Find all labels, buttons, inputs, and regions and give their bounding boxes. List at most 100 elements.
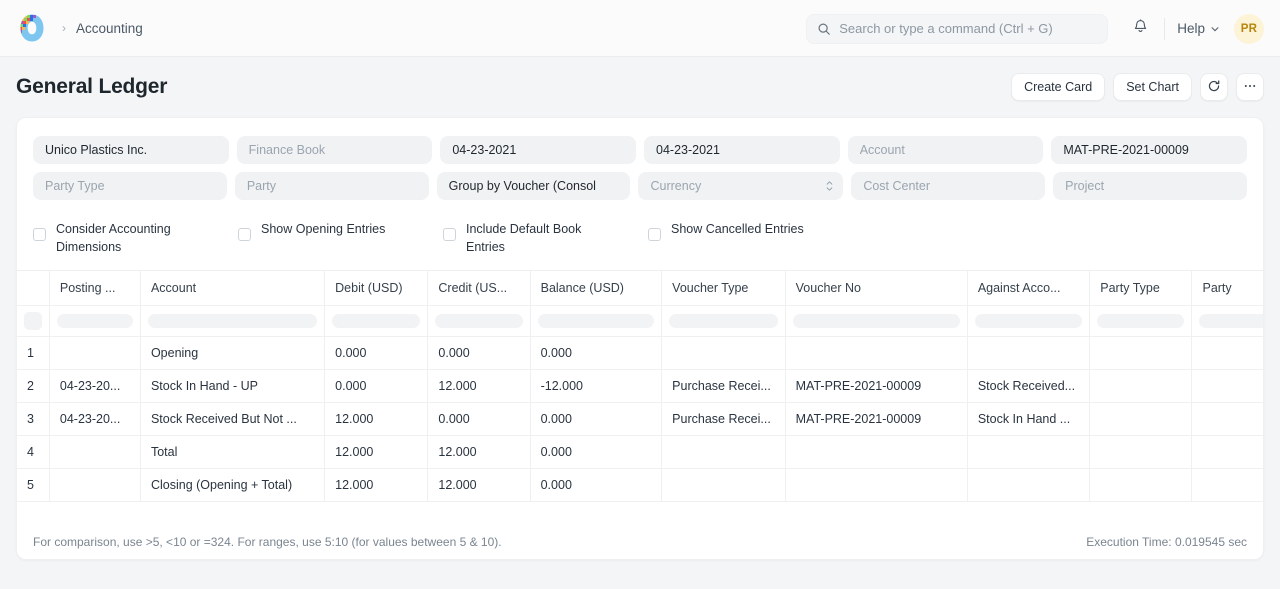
table-row[interactable]: 2 04-23-20... Stock In Hand - UP 0.000 1… bbox=[17, 369, 1263, 402]
table-row[interactable]: 1 Opening 0.000 0.000 0.000 bbox=[17, 336, 1263, 369]
checkbox-show-opening-entries[interactable]: Show Opening Entries bbox=[238, 220, 443, 256]
cell-against-account[interactable] bbox=[967, 336, 1089, 369]
checkbox-box[interactable] bbox=[238, 228, 251, 241]
filter-to-date[interactable]: 04-23-2021 bbox=[644, 136, 840, 164]
filter-cell-balance[interactable] bbox=[530, 305, 662, 336]
more-options-button[interactable] bbox=[1236, 73, 1264, 101]
refresh-button[interactable] bbox=[1200, 73, 1228, 101]
filter-cell-party-type[interactable] bbox=[1090, 305, 1192, 336]
global-search[interactable] bbox=[806, 14, 1108, 44]
filter-cell-debit[interactable] bbox=[325, 305, 428, 336]
help-menu-button[interactable]: Help bbox=[1177, 21, 1220, 36]
filter-cost-center[interactable]: Cost Center bbox=[851, 172, 1045, 200]
column-header-posting-date[interactable]: Posting ... bbox=[49, 271, 140, 305]
cell-voucher-no[interactable]: MAT-PRE-2021-00009 bbox=[785, 402, 967, 435]
column-header-voucher-type[interactable]: Voucher Type bbox=[662, 271, 785, 305]
checkbox-box[interactable] bbox=[33, 228, 46, 241]
filter-group-by[interactable]: Group by Voucher (Consol bbox=[437, 172, 631, 200]
cell-posting-date[interactable]: 04-23-20... bbox=[49, 369, 140, 402]
cell-balance[interactable]: 0.000 bbox=[530, 402, 662, 435]
set-chart-button[interactable]: Set Chart bbox=[1113, 73, 1192, 101]
table-column-filter-row[interactable] bbox=[17, 305, 1263, 336]
filter-from-date[interactable]: 04-23-2021 bbox=[440, 136, 636, 164]
filter-account[interactable]: Account bbox=[848, 136, 1044, 164]
cell-party[interactable] bbox=[1192, 435, 1263, 468]
cell-against-account[interactable] bbox=[967, 468, 1089, 501]
cell-voucher-no[interactable] bbox=[785, 336, 967, 369]
filter-cell-credit[interactable] bbox=[428, 305, 530, 336]
table-row[interactable]: 4 Total 12.000 12.000 0.000 bbox=[17, 435, 1263, 468]
cell-voucher-type[interactable] bbox=[662, 336, 785, 369]
filter-party-type[interactable]: Party Type bbox=[33, 172, 227, 200]
cell-against-account[interactable] bbox=[967, 435, 1089, 468]
search-input[interactable] bbox=[839, 21, 1097, 36]
avatar[interactable]: PR bbox=[1234, 14, 1264, 44]
cell-party-type[interactable] bbox=[1090, 435, 1192, 468]
cell-posting-date[interactable]: 04-23-20... bbox=[49, 402, 140, 435]
cell-posting-date[interactable] bbox=[49, 468, 140, 501]
filter-cell-posting-date[interactable] bbox=[49, 305, 140, 336]
cell-debit[interactable]: 0.000 bbox=[325, 369, 428, 402]
column-header-balance[interactable]: Balance (USD) bbox=[530, 271, 662, 305]
checkbox-show-cancelled-entries[interactable]: Show Cancelled Entries bbox=[648, 220, 853, 256]
cell-party-type[interactable] bbox=[1090, 468, 1192, 501]
cell-against-account[interactable]: Stock Received... bbox=[967, 369, 1089, 402]
checkbox-box[interactable] bbox=[648, 228, 661, 241]
cell-voucher-no[interactable]: MAT-PRE-2021-00009 bbox=[785, 369, 967, 402]
cell-credit[interactable]: 0.000 bbox=[428, 336, 530, 369]
cell-voucher-type[interactable]: Purchase Recei... bbox=[662, 369, 785, 402]
cell-posting-date[interactable] bbox=[49, 435, 140, 468]
filter-cell-voucher-no[interactable] bbox=[785, 305, 967, 336]
cell-account[interactable]: Closing (Opening + Total) bbox=[140, 468, 324, 501]
filter-project[interactable]: Project bbox=[1053, 172, 1247, 200]
table-row[interactable]: 5 Closing (Opening + Total) 12.000 12.00… bbox=[17, 468, 1263, 501]
cell-voucher-type[interactable]: Purchase Recei... bbox=[662, 402, 785, 435]
filter-finance-book[interactable]: Finance Book bbox=[237, 136, 433, 164]
column-header-account[interactable]: Account bbox=[140, 271, 324, 305]
filter-cell-against-account[interactable] bbox=[967, 305, 1089, 336]
cell-against-account[interactable]: Stock In Hand ... bbox=[967, 402, 1089, 435]
cell-party-type[interactable] bbox=[1090, 336, 1192, 369]
cell-party[interactable] bbox=[1192, 336, 1263, 369]
cell-balance[interactable]: 0.000 bbox=[530, 336, 662, 369]
frappe-logo-icon[interactable] bbox=[16, 12, 48, 44]
cell-account[interactable]: Stock Received But Not ... bbox=[140, 402, 324, 435]
cell-balance[interactable]: -12.000 bbox=[530, 369, 662, 402]
filter-party[interactable]: Party bbox=[235, 172, 429, 200]
checkbox-box[interactable] bbox=[443, 228, 456, 241]
notifications-button[interactable] bbox=[1126, 15, 1154, 43]
cell-balance[interactable]: 0.000 bbox=[530, 435, 662, 468]
create-card-button[interactable]: Create Card bbox=[1011, 73, 1105, 101]
column-header-debit[interactable]: Debit (USD) bbox=[325, 271, 428, 305]
cell-voucher-type[interactable] bbox=[662, 435, 785, 468]
filter-currency[interactable]: Currency bbox=[638, 172, 843, 200]
cell-account[interactable]: Opening bbox=[140, 336, 324, 369]
cell-credit[interactable]: 12.000 bbox=[428, 369, 530, 402]
cell-voucher-no[interactable] bbox=[785, 468, 967, 501]
cell-debit[interactable]: 12.000 bbox=[325, 402, 428, 435]
breadcrumb-item-accounting[interactable]: Accounting bbox=[76, 21, 143, 36]
cell-balance[interactable]: 0.000 bbox=[530, 468, 662, 501]
cell-posting-date[interactable] bbox=[49, 336, 140, 369]
cell-party[interactable] bbox=[1192, 468, 1263, 501]
cell-account[interactable]: Stock In Hand - UP bbox=[140, 369, 324, 402]
column-header-party[interactable]: Party bbox=[1192, 271, 1263, 305]
cell-party-type[interactable] bbox=[1090, 402, 1192, 435]
cell-party-type[interactable] bbox=[1090, 369, 1192, 402]
cell-voucher-type[interactable] bbox=[662, 468, 785, 501]
filter-cell-account[interactable] bbox=[140, 305, 324, 336]
filter-company[interactable]: Unico Plastics Inc. bbox=[33, 136, 229, 164]
column-header-against-account[interactable]: Against Acco... bbox=[967, 271, 1089, 305]
report-datatable[interactable]: Posting ... Account Debit (USD) Credit (… bbox=[17, 270, 1263, 525]
cell-party[interactable] bbox=[1192, 402, 1263, 435]
cell-account[interactable]: Total bbox=[140, 435, 324, 468]
filter-voucher-no[interactable]: MAT-PRE-2021-00009 bbox=[1051, 136, 1247, 164]
cell-credit[interactable]: 12.000 bbox=[428, 435, 530, 468]
cell-credit[interactable]: 0.000 bbox=[428, 402, 530, 435]
cell-debit[interactable]: 12.000 bbox=[325, 468, 428, 501]
cell-debit[interactable]: 12.000 bbox=[325, 435, 428, 468]
checkbox-include-default-book-entries[interactable]: Include Default Book Entries bbox=[443, 220, 648, 256]
column-header-party-type[interactable]: Party Type bbox=[1090, 271, 1192, 305]
column-header-voucher-no[interactable]: Voucher No bbox=[785, 271, 967, 305]
cell-voucher-no[interactable] bbox=[785, 435, 967, 468]
